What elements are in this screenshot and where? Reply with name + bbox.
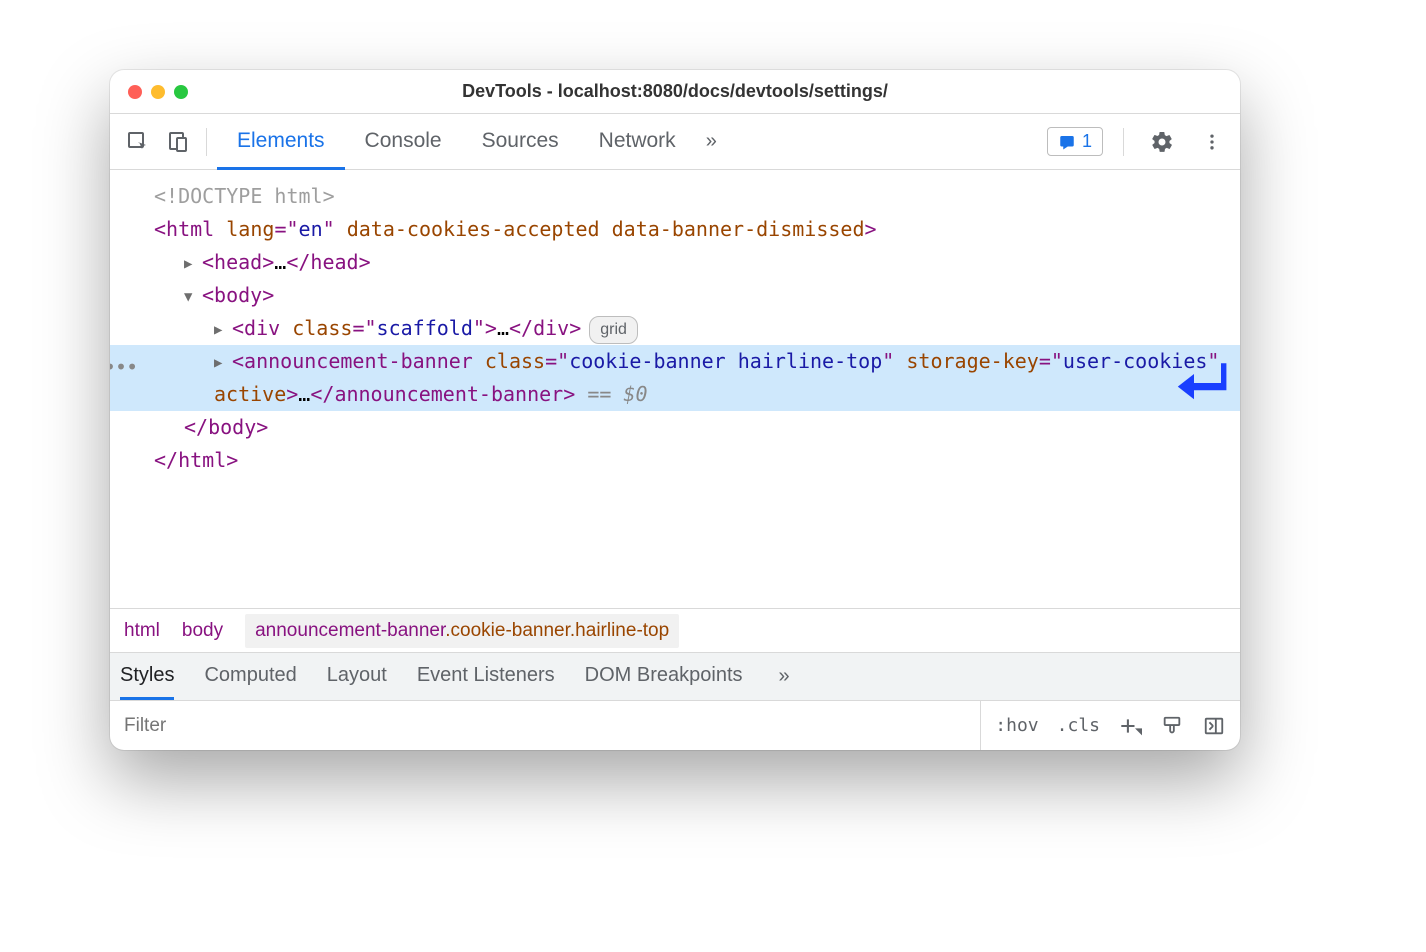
devtools-window: DevTools - localhost:8080/docs/devtools/… <box>110 70 1240 750</box>
breadcrumb-selected[interactable]: announcement-banner.cookie-banner.hairli… <box>245 614 679 648</box>
issues-badge[interactable]: 1 <box>1047 127 1103 156</box>
styles-filter-input[interactable] <box>124 715 980 737</box>
html-close-node[interactable]: </html> <box>130 444 1240 477</box>
div-scaffold-node[interactable]: ▶<div class="scaffold">…</div>grid <box>130 312 1240 345</box>
breadcrumb-item-html[interactable]: html <box>124 620 160 642</box>
expand-triangle-icon[interactable]: ▶ <box>214 319 232 342</box>
main-toolbar: Elements Console Sources Network » 1 <box>110 114 1240 170</box>
grid-badge[interactable]: grid <box>589 316 638 344</box>
tab-network[interactable]: Network <box>579 115 696 170</box>
tab-styles[interactable]: Styles <box>120 653 174 700</box>
selected-dom-node[interactable]: ••• ▶<announcement-banner class="cookie-… <box>110 345 1240 411</box>
issues-count: 1 <box>1082 131 1092 152</box>
styles-filter-bar: :hov .cls <box>110 700 1240 750</box>
tab-console[interactable]: Console <box>345 115 462 170</box>
close-window-button[interactable] <box>128 85 142 99</box>
separator <box>206 128 207 156</box>
settings-gear-icon[interactable] <box>1144 124 1180 160</box>
collapse-triangle-icon[interactable]: ▼ <box>184 286 202 309</box>
html-open-node[interactable]: <html lang="en" data-cookies-accepted da… <box>130 213 1240 246</box>
body-open-node[interactable]: ▼<body> <box>130 279 1240 312</box>
breadcrumb-item-body[interactable]: body <box>182 620 223 642</box>
row-actions-icon[interactable]: ••• <box>110 351 137 384</box>
minimize-window-button[interactable] <box>151 85 165 99</box>
computed-sidebar-icon[interactable] <box>1202 714 1226 738</box>
tab-dom-breakpoints[interactable]: DOM Breakpoints <box>585 653 743 700</box>
traffic-lights <box>128 85 188 99</box>
pointer-arrow-icon <box>1176 356 1232 422</box>
cls-toggle[interactable]: .cls <box>1057 715 1100 736</box>
dom-tree[interactable]: <!DOCTYPE html> <html lang="en" data-coo… <box>110 170 1240 608</box>
window-title: DevTools - localhost:8080/docs/devtools/… <box>110 81 1240 102</box>
tab-event-listeners[interactable]: Event Listeners <box>417 653 555 700</box>
expand-triangle-icon[interactable]: ▶ <box>184 253 202 276</box>
paint-brush-icon[interactable] <box>1160 714 1184 738</box>
device-toggle-icon[interactable] <box>160 124 196 160</box>
doctype-node[interactable]: <!DOCTYPE html> <box>130 180 1240 213</box>
more-styles-tabs-icon[interactable]: » <box>773 665 796 688</box>
titlebar: DevTools - localhost:8080/docs/devtools/… <box>110 70 1240 114</box>
expand-triangle-icon[interactable]: ▶ <box>214 352 232 375</box>
tab-elements[interactable]: Elements <box>217 115 345 170</box>
hov-toggle[interactable]: :hov <box>995 715 1038 736</box>
new-style-rule-icon[interactable] <box>1118 714 1142 738</box>
breadcrumb: html body announcement-banner.cookie-ban… <box>110 608 1240 652</box>
tab-layout[interactable]: Layout <box>327 653 387 700</box>
kebab-menu-icon[interactable] <box>1194 124 1230 160</box>
body-close-node[interactable]: </body> <box>130 411 1240 444</box>
tab-computed[interactable]: Computed <box>204 653 296 700</box>
styles-tabstrip: Styles Computed Layout Event Listeners D… <box>110 652 1240 700</box>
panel-tabs: Elements Console Sources Network <box>217 114 696 169</box>
toolbar-right: 1 <box>1047 124 1230 160</box>
filter-actions: :hov .cls <box>980 701 1240 750</box>
zoom-window-button[interactable] <box>174 85 188 99</box>
head-node[interactable]: ▶<head>…</head> <box>130 246 1240 279</box>
tab-sources[interactable]: Sources <box>462 115 579 170</box>
separator <box>1123 128 1124 156</box>
inspect-element-icon[interactable] <box>120 124 156 160</box>
more-tabs-icon[interactable]: » <box>700 130 723 153</box>
